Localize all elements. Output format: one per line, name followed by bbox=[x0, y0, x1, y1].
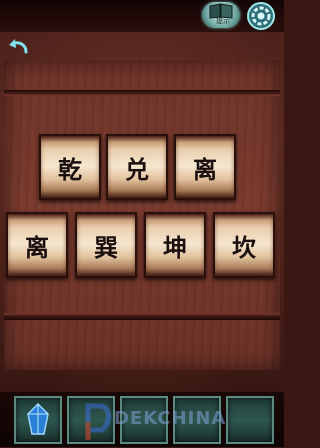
tile-character: 离 bbox=[193, 154, 217, 184]
trigram-tile-dui[interactable]: 兑 bbox=[106, 134, 168, 200]
settings-button[interactable] bbox=[246, 1, 276, 31]
top-bar: 提示 bbox=[0, 0, 284, 32]
blue-crystal-icon bbox=[27, 402, 49, 435]
trigram-tile-kun[interactable]: 坤 bbox=[144, 212, 206, 278]
back-arrow-icon bbox=[9, 39, 28, 54]
panel-groove-top bbox=[4, 90, 280, 96]
trigram-tile-li-2[interactable]: 离 bbox=[6, 212, 68, 278]
hint-button[interactable]: 提示 bbox=[202, 2, 240, 28]
watermark: DEKCHINA bbox=[84, 400, 274, 444]
tile-character: 离 bbox=[25, 232, 49, 262]
hint-label: 提示 bbox=[216, 17, 230, 25]
trigram-tile-qian[interactable]: 乾 bbox=[39, 134, 101, 200]
watermark-logo-icon bbox=[85, 403, 111, 440]
tile-character: 兑 bbox=[125, 154, 149, 184]
trigram-tile-xun[interactable]: 巽 bbox=[75, 212, 137, 278]
tile-character: 坎 bbox=[232, 232, 256, 262]
inventory-slot-1[interactable] bbox=[14, 396, 62, 444]
tile-character: 巽 bbox=[94, 232, 118, 262]
trigram-tile-li[interactable]: 离 bbox=[174, 134, 236, 200]
panel-groove-bottom bbox=[4, 313, 280, 320]
gear-icon bbox=[247, 2, 275, 30]
trigram-tile-kan[interactable]: 坎 bbox=[213, 212, 275, 278]
tile-character: 坤 bbox=[163, 232, 187, 262]
watermark-text: DEKCHINA bbox=[114, 408, 227, 429]
back-button[interactable] bbox=[6, 36, 32, 58]
tile-character: 乾 bbox=[58, 154, 82, 184]
